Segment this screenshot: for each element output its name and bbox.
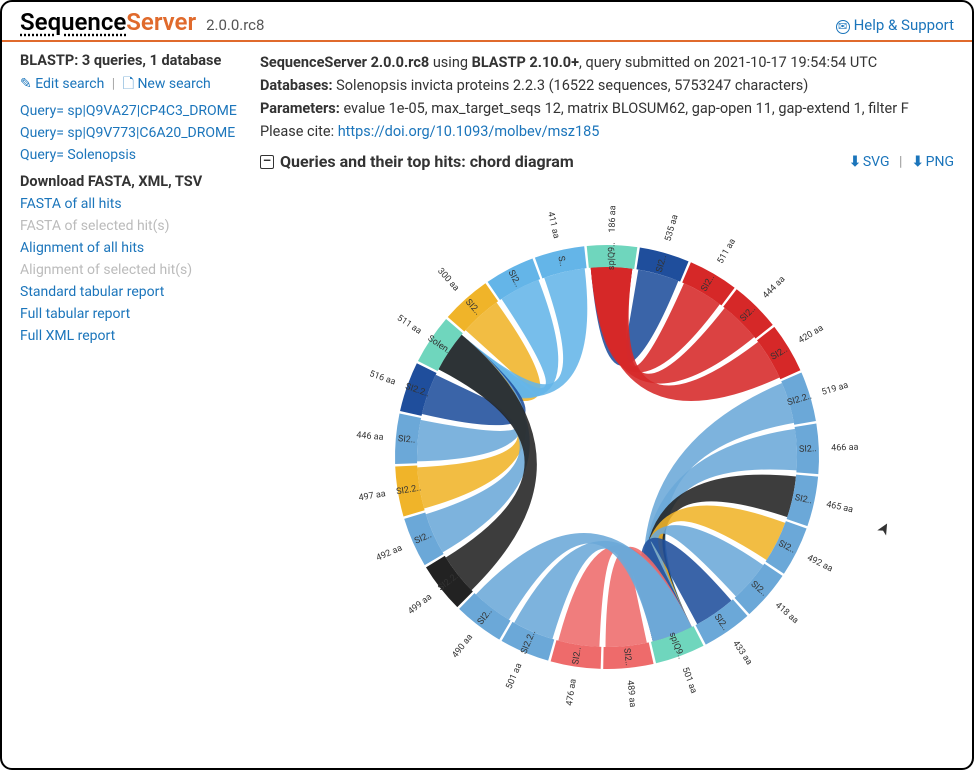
len-label: 492 aa: [805, 553, 834, 574]
download-link[interactable]: Full tabular report: [20, 306, 242, 322]
query-link[interactable]: Query= sp|Q9VA27|CP4C3_DROME: [20, 103, 242, 119]
arc-label: SI2..: [799, 444, 817, 455]
sidebar-title: BLASTP: 3 queries, 1 database: [20, 52, 242, 69]
len-label: 186 aa: [608, 205, 619, 233]
sidebar-actions: ✎ Edit search | 🗋 New search: [20, 73, 242, 97]
download-icon: ⬇: [912, 154, 924, 170]
cite-link[interactable]: https://doi.org/10.1093/molbev/msz185: [338, 123, 600, 140]
arc-label: SI2..: [398, 434, 416, 445]
sidebar: BLASTP: 3 queries, 1 database ✎ Edit sea…: [20, 52, 242, 727]
logo-srv: Server: [126, 8, 196, 36]
download-icon: ⬇: [849, 154, 861, 170]
collapse-toggle[interactable]: –: [260, 155, 274, 169]
edit-search-link[interactable]: ✎ Edit search: [20, 76, 104, 92]
new-search-link[interactable]: 🗋 New search: [123, 76, 211, 92]
arc-label: sp|Q9..: [607, 242, 618, 270]
download-png-link[interactable]: ⬇PNG: [912, 154, 954, 170]
download-svg-link[interactable]: ⬇SVG: [849, 154, 889, 170]
help-link[interactable]: ✉Help & Support: [836, 16, 954, 34]
download-link[interactable]: Alignment of all hits: [20, 240, 242, 256]
download-link[interactable]: FASTA of all hits: [20, 196, 242, 212]
logo-seq: Sequence: [20, 8, 126, 36]
len-label: 411 aa: [545, 211, 561, 240]
chord-diagram: sp|Q9.. 186 aa SI2.. 535 aa SI2.. 511 aa SI2..…: [260, 177, 954, 727]
len-label: 300 aa: [435, 266, 461, 293]
len-label: 511 aa: [716, 237, 738, 266]
query-link[interactable]: Query= sp|Q9V773|C6A20_DROME: [20, 125, 242, 141]
len-label: 418 aa: [773, 601, 800, 626]
download-link: Alignment of selected hit(s): [20, 262, 242, 278]
download-link: FASTA of selected hit(s): [20, 218, 242, 234]
len-label: 499 aa: [406, 592, 434, 617]
len-label: 490 aa: [451, 633, 476, 661]
info-line: Parameters: evalue 1e-05, max_target_seq…: [260, 98, 954, 119]
section-title: Queries and their top hits: chord diagra…: [280, 152, 574, 171]
len-label: 516 aa: [368, 369, 397, 387]
len-label: 433 aa: [730, 639, 754, 667]
len-label: 465 aa: [825, 500, 854, 516]
app-header: SequenceServer 2.0.0.rc8 ✉Help & Support: [2, 2, 972, 42]
len-label: 501 aa: [505, 662, 525, 691]
content-pane: SequenceServer 2.0.0.rc8 using BLASTP 2.…: [260, 52, 954, 727]
len-label: 511 aa: [395, 313, 423, 336]
info-line: SequenceServer 2.0.0.rc8 using BLASTP 2.…: [260, 52, 954, 73]
len-label: 420 aa: [797, 323, 826, 346]
info-line: Please cite: https://doi.org/10.1093/mol…: [260, 121, 954, 142]
len-label: 535 aa: [664, 214, 681, 243]
len-label: 446 aa: [356, 431, 384, 443]
len-label: 501 aa: [680, 666, 699, 695]
download-heading: Download FASTA, XML, TSV: [20, 173, 242, 190]
export-links: ⬇SVG | ⬇PNG: [849, 154, 954, 170]
download-link[interactable]: Full XML report: [20, 328, 242, 344]
len-label: 489 aa: [624, 680, 637, 708]
logo[interactable]: SequenceServer 2.0.0.rc8: [20, 8, 264, 36]
len-label: 497 aa: [358, 489, 387, 503]
len-label: 476 aa: [565, 678, 579, 706]
len-label: 492 aa: [375, 543, 404, 563]
arc-label: SI2..: [621, 648, 633, 667]
query-link[interactable]: Query= Solenopsis: [20, 147, 242, 163]
chat-icon: ✉: [836, 20, 850, 34]
info-line: Databases: Solenopsis invicta proteins 2…: [260, 75, 954, 96]
logo-version: 2.0.0.rc8: [206, 16, 264, 34]
download-link[interactable]: Standard tabular report: [20, 284, 242, 300]
len-label: 444 aa: [761, 275, 787, 301]
len-label: 519 aa: [821, 381, 850, 398]
len-label: 466 aa: [831, 443, 859, 454]
